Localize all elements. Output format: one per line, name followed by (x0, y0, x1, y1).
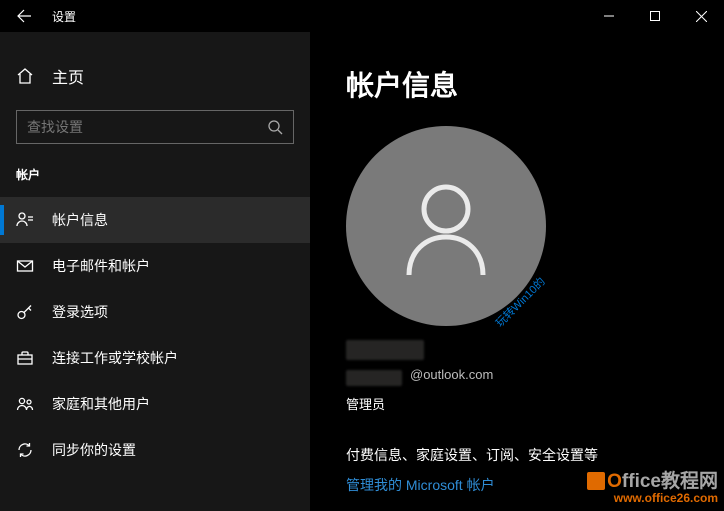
minimize-button[interactable] (586, 0, 632, 32)
search-input[interactable] (17, 119, 257, 135)
nav-label: 登录选项 (52, 302, 108, 322)
mail-icon (16, 257, 34, 275)
redacted-email-prefix (346, 370, 402, 386)
nav-work-school[interactable]: 连接工作或学校帐户 (0, 335, 310, 381)
section-label: 帐户 (0, 162, 310, 197)
nav-label: 电子邮件和帐户 (52, 256, 150, 276)
content-pane: 帐户信息 玩转Win10的 @outlook.com 管理员 付费信息、家庭设置… (310, 32, 724, 511)
sidebar: 主页 帐户 帐户信息 电子邮件和帐户 (0, 32, 310, 511)
person-badge-icon (16, 211, 34, 229)
maximize-icon (650, 11, 660, 21)
close-icon (696, 11, 707, 22)
nav-label: 家庭和其他用户 (52, 394, 150, 414)
briefcase-icon (16, 349, 34, 367)
account-role: 管理员 (346, 394, 688, 413)
minimize-icon (604, 11, 614, 21)
back-button[interactable] (0, 0, 48, 32)
email-suffix: @outlook.com (410, 367, 493, 382)
nav-family-users[interactable]: 家庭和其他用户 (0, 381, 310, 427)
people-icon (16, 395, 34, 413)
nav-label: 帐户信息 (52, 210, 108, 230)
home-icon (16, 67, 34, 85)
key-icon (16, 303, 34, 321)
nav-signin-options[interactable]: 登录选项 (0, 289, 310, 335)
close-button[interactable] (678, 0, 724, 32)
person-icon (391, 171, 501, 281)
nav-label: 连接工作或学校帐户 (52, 348, 178, 368)
search-icon (257, 120, 293, 135)
account-description: 付费信息、家庭设置、订阅、安全设置等 (346, 445, 688, 465)
maximize-button[interactable] (632, 0, 678, 32)
nav-sync-settings[interactable]: 同步你的设置 (0, 427, 310, 473)
nav-account-info[interactable]: 帐户信息 (0, 197, 310, 243)
manage-microsoft-account-link[interactable]: 管理我的 Microsoft 帐户 (346, 475, 495, 495)
search-input-wrap[interactable] (16, 110, 294, 144)
home-label: 主页 (52, 64, 84, 88)
home-button[interactable]: 主页 (0, 54, 310, 110)
nav-email-accounts[interactable]: 电子邮件和帐户 (0, 243, 310, 289)
redacted-name (346, 340, 424, 360)
sync-icon (16, 441, 34, 459)
page-title: 帐户信息 (346, 64, 688, 104)
window-title: 设置 (52, 8, 76, 25)
nav-label: 同步你的设置 (52, 440, 136, 460)
arrow-left-icon (16, 8, 32, 24)
